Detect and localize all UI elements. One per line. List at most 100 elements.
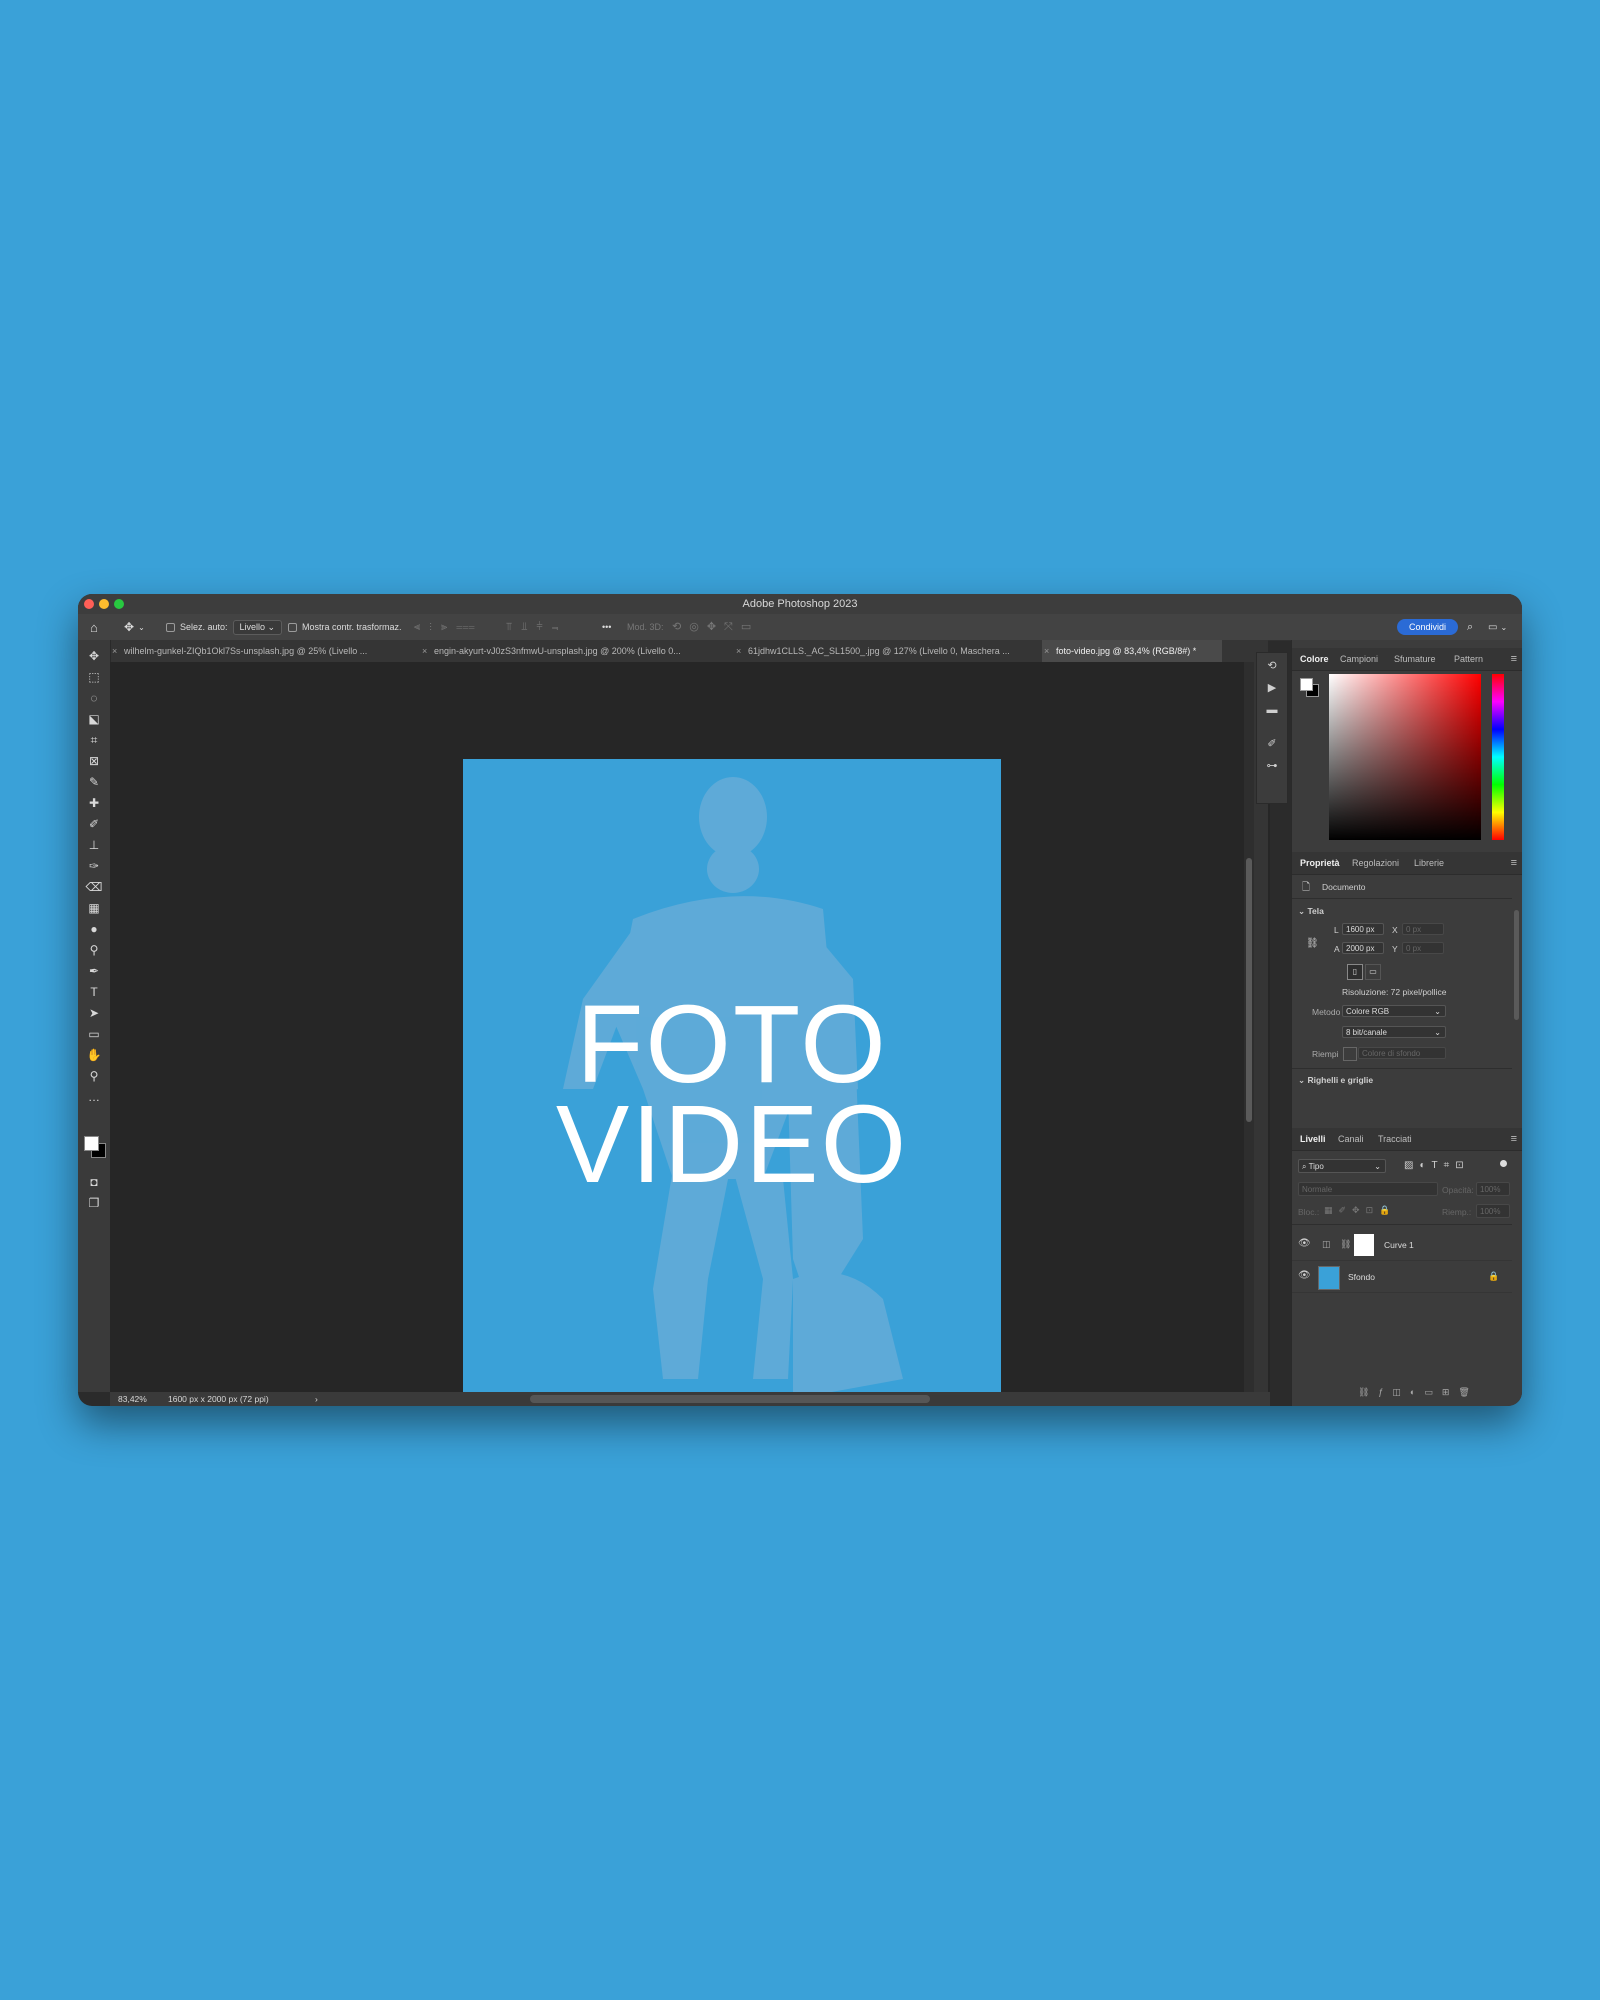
close-tab-icon[interactable]: × bbox=[1044, 640, 1049, 662]
zoom-level[interactable]: 83,42% bbox=[118, 1392, 147, 1406]
3d-tools-icons[interactable]: ⟲◎✥⤧▭ bbox=[672, 614, 759, 640]
history-icon[interactable]: ⟲ bbox=[1265, 659, 1279, 673]
auto-select-dropdown[interactable]: Livello ⌄ bbox=[232, 619, 283, 635]
width-input[interactable]: 1600 px bbox=[1342, 923, 1384, 935]
brush-tool-icon[interactable]: ✐ bbox=[84, 816, 104, 832]
doc-tab-2[interactable]: × engin-akyurt-vJ0zS3nfmwU-unsplash.jpg @… bbox=[420, 640, 724, 662]
tab-campioni[interactable]: Campioni bbox=[1340, 648, 1378, 670]
height-input[interactable]: 2000 px bbox=[1342, 942, 1384, 954]
landscape-orientation-button[interactable]: ▭ bbox=[1365, 964, 1381, 980]
hue-slider[interactable] bbox=[1492, 674, 1504, 840]
filter-toggle[interactable] bbox=[1500, 1160, 1507, 1167]
history-brush-tool-icon[interactable]: ✑ bbox=[84, 858, 104, 874]
portrait-orientation-button[interactable]: ▯ bbox=[1347, 964, 1363, 980]
tab-librerie[interactable]: Librerie bbox=[1414, 852, 1444, 874]
layer-fill-input[interactable]: 100% bbox=[1476, 1204, 1510, 1218]
search-icon[interactable]: ⌕ bbox=[1467, 614, 1473, 640]
bit-depth-dropdown[interactable]: 8 bit/canale ⌄ bbox=[1342, 1026, 1446, 1038]
tab-pattern[interactable]: Pattern bbox=[1454, 648, 1483, 670]
actions-play-icon[interactable]: ▶ bbox=[1265, 681, 1279, 695]
object-select-tool-icon[interactable]: ⬕ bbox=[84, 711, 104, 727]
dodge-tool-icon[interactable]: ⚲ bbox=[84, 942, 104, 958]
visibility-eye-icon[interactable]: 👁 bbox=[1298, 1270, 1311, 1281]
screen-mode-icon[interactable]: ❐ bbox=[84, 1195, 104, 1211]
doc-tab-4[interactable]: × foto-video.jpg @ 83,4% (RGB/8#) * bbox=[1042, 640, 1222, 662]
blur-tool-icon[interactable]: ● bbox=[84, 921, 104, 937]
opacity-input[interactable]: 100% bbox=[1476, 1182, 1510, 1196]
tab-colore[interactable]: Colore bbox=[1300, 648, 1329, 670]
layer-filter-dropdown[interactable]: ⌕ Tipo ⌄ bbox=[1298, 1159, 1386, 1173]
close-tab-icon[interactable]: × bbox=[422, 640, 427, 662]
tab-proprieta[interactable]: Proprietà bbox=[1300, 852, 1340, 874]
horizontal-scrollbar[interactable] bbox=[530, 1395, 930, 1403]
color-picker-field[interactable] bbox=[1329, 674, 1481, 840]
link-dimensions-icon[interactable]: ⛓ bbox=[1306, 938, 1319, 949]
lock-icons[interactable]: ▦✐✥⊡🔒 bbox=[1324, 1205, 1396, 1216]
type-tool-icon[interactable]: T bbox=[84, 984, 104, 1000]
visibility-eye-icon[interactable]: 👁 bbox=[1298, 1238, 1311, 1249]
section-rulers-header[interactable]: ⌄ Righelli e griglie bbox=[1298, 1075, 1373, 1086]
doc-tab-3[interactable]: × 61jdhw1CLLS._AC_SL1500_.jpg @ 127% (Liv… bbox=[734, 640, 1036, 662]
panel-menu-icon[interactable]: ≡ bbox=[1511, 852, 1517, 874]
adjust-sliders-icon[interactable]: ⊶ bbox=[1265, 759, 1279, 773]
layer-row[interactable]: 👁 Sfondo 🔒 bbox=[1292, 1262, 1512, 1293]
mode-dropdown[interactable]: Colore RGB ⌄ bbox=[1342, 1005, 1446, 1017]
y-input[interactable]: 0 px bbox=[1402, 942, 1444, 954]
auto-select-checkbox[interactable] bbox=[166, 622, 175, 632]
fill-color-swatch[interactable] bbox=[1343, 1047, 1357, 1061]
align-icons[interactable]: ⫷⫶⫸⩶ bbox=[414, 614, 484, 640]
path-selection-tool-icon[interactable]: ➤ bbox=[84, 1005, 104, 1021]
tab-regolazioni[interactable]: Regolazioni bbox=[1352, 852, 1399, 874]
healing-brush-tool-icon[interactable]: ✚ bbox=[84, 795, 104, 811]
foreground-color-swatch[interactable] bbox=[84, 1136, 99, 1151]
eyedropper-tool-icon[interactable]: ✎ bbox=[84, 774, 104, 790]
tab-sfumature[interactable]: Sfumature bbox=[1394, 648, 1436, 670]
move-tool-icon[interactable]: ✥ bbox=[84, 648, 104, 664]
tab-tracciati[interactable]: Tracciati bbox=[1378, 1128, 1412, 1150]
brush-settings-icon[interactable]: ✐ bbox=[1265, 737, 1279, 751]
clone-stamp-tool-icon[interactable]: ⊥ bbox=[84, 837, 104, 853]
x-input[interactable]: 0 px bbox=[1402, 923, 1444, 935]
more-options-button[interactable]: ••• bbox=[602, 614, 611, 640]
tab-livelli[interactable]: Livelli bbox=[1300, 1128, 1326, 1150]
show-transform-checkbox[interactable] bbox=[288, 622, 297, 632]
canvas-area[interactable]: FOTO VIDEO bbox=[110, 662, 1270, 1406]
crop-tool-icon[interactable]: ⌗ bbox=[84, 732, 104, 748]
rectangle-tool-icon[interactable]: ▭ bbox=[84, 1026, 104, 1042]
lock-icon[interactable]: 🔒 bbox=[1488, 1271, 1499, 1282]
workspace-icon[interactable]: ▭ ⌄ bbox=[1488, 614, 1507, 640]
marquee-tool-icon[interactable]: ⬚ bbox=[84, 669, 104, 685]
document-canvas[interactable]: FOTO VIDEO bbox=[463, 759, 1001, 1406]
move-tool-preset-icon[interactable]: ✥ ⌄ bbox=[124, 614, 145, 640]
comments-icon[interactable]: ▬ bbox=[1265, 703, 1279, 717]
layers-footer-icons[interactable]: ⛓ƒ◫◐▭⊞🗑 bbox=[1358, 1387, 1479, 1398]
section-canvas-header[interactable]: ⌄ Tela bbox=[1298, 906, 1324, 917]
panel-menu-icon[interactable]: ≡ bbox=[1511, 1128, 1517, 1150]
eraser-tool-icon[interactable]: ⌫ bbox=[84, 879, 104, 895]
tab-canali[interactable]: Canali bbox=[1338, 1128, 1364, 1150]
fg-color-chip[interactable] bbox=[1300, 678, 1313, 691]
properties-scrollbar[interactable] bbox=[1514, 910, 1519, 1020]
fill-dropdown[interactable]: Colore di sfondo bbox=[1358, 1047, 1446, 1059]
pen-tool-icon[interactable]: ✒ bbox=[84, 963, 104, 979]
mask-link-icon[interactable]: ⛓ bbox=[1340, 1239, 1351, 1250]
hand-tool-icon[interactable]: ✋ bbox=[84, 1047, 104, 1063]
home-icon[interactable]: ⌂ bbox=[90, 614, 98, 640]
vertical-scroll-thumb[interactable] bbox=[1246, 858, 1252, 1122]
gradient-tool-icon[interactable]: ▦ bbox=[84, 900, 104, 916]
close-tab-icon[interactable]: × bbox=[736, 640, 741, 662]
distribute-icons[interactable]: ⫪⫫⫩⫬ bbox=[506, 614, 567, 640]
zoom-tool-icon[interactable]: ⚲ bbox=[84, 1068, 104, 1084]
vertical-scrollbar[interactable] bbox=[1244, 662, 1254, 1392]
frame-tool-icon[interactable]: ⊠ bbox=[84, 753, 104, 769]
share-button[interactable]: Condividi bbox=[1396, 619, 1458, 635]
lasso-tool-icon[interactable]: ◌ bbox=[84, 690, 104, 706]
layer-filter-icons[interactable]: ▨◐T⌗⊡ bbox=[1404, 1160, 1470, 1171]
close-tab-icon[interactable]: × bbox=[112, 640, 117, 662]
status-menu-chevron[interactable]: › bbox=[315, 1392, 318, 1406]
layer-row[interactable]: 👁 ◫ ⛓ Curve 1 bbox=[1292, 1230, 1512, 1261]
blend-mode-dropdown[interactable]: Normale bbox=[1298, 1182, 1438, 1196]
doc-tab-1[interactable]: × wilhelm-gunkel-ZIQb1Okl7Ss-unsplash.jpg… bbox=[110, 640, 410, 662]
quick-mask-icon[interactable]: ◘ bbox=[84, 1174, 104, 1190]
edit-toolbar-icon[interactable]: … bbox=[84, 1089, 104, 1105]
